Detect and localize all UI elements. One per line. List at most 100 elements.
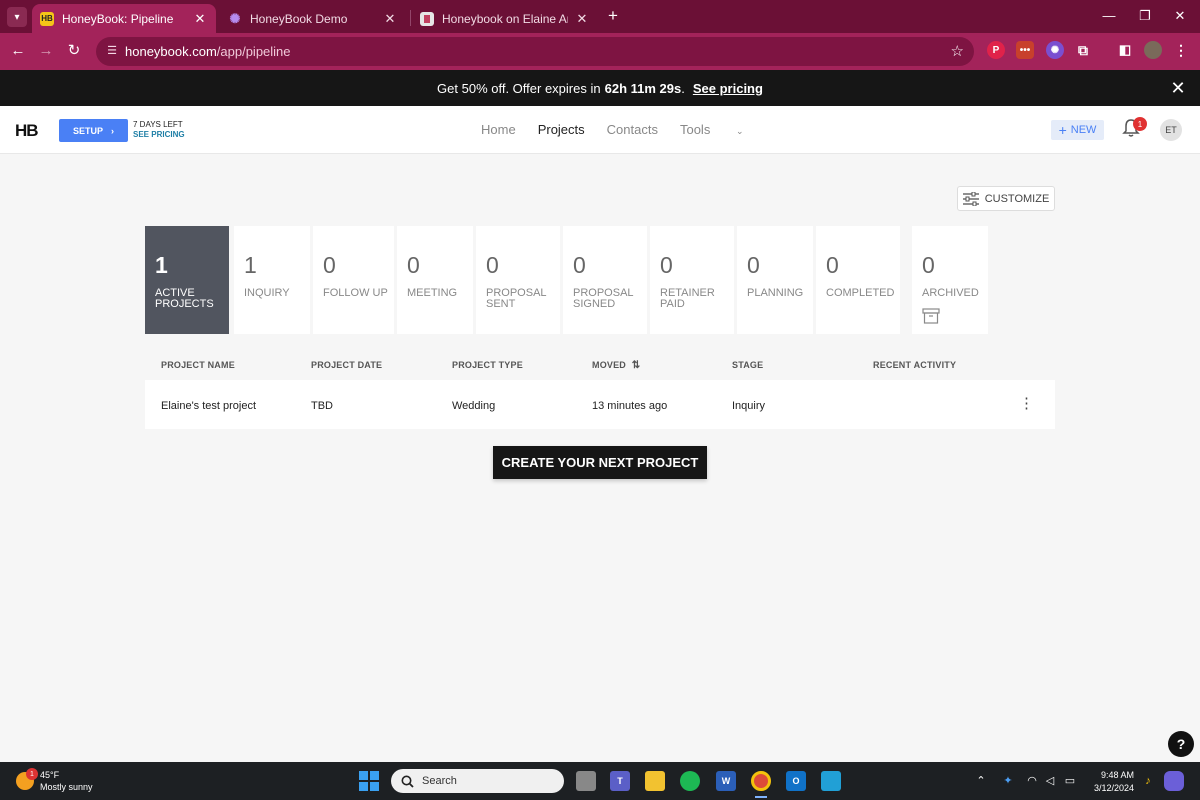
column-header-stage[interactable]: STAGE (732, 360, 763, 370)
column-header-project-date[interactable]: PROJECT DATE (311, 360, 382, 370)
wifi-icon[interactable]: ◠ (1025, 774, 1039, 788)
taskbar-search-box[interactable]: Search (391, 769, 564, 793)
lastpass-extension-icon[interactable]: ••• (1016, 41, 1034, 59)
stage-follow-up[interactable]: 0 FOLLOW UP (313, 226, 394, 334)
customize-label: CUSTOMIZE (984, 192, 1050, 205)
promo-text: Get 50% off. Offer expires in (437, 80, 601, 96)
volume-icon[interactable]: ◁ (1043, 774, 1057, 788)
stage-label: COMPLETED (826, 287, 895, 299)
stage-label: MEETING (407, 287, 458, 299)
teams-icon[interactable]: T (610, 771, 630, 791)
stage-planning[interactable]: 0 PLANNING (737, 226, 813, 334)
see-pricing-link[interactable]: See pricing (693, 81, 763, 96)
customize-button[interactable]: CUSTOMIZE (957, 186, 1055, 211)
column-header-recent-activity[interactable]: RECENT ACTIVITY (873, 360, 956, 370)
more-options-icon[interactable]: ⋮ (1019, 393, 1034, 415)
profile-avatar-icon[interactable] (1144, 41, 1162, 59)
nav-tools[interactable]: Tools ⌄ (680, 122, 766, 137)
promo-suffix: . (681, 80, 685, 96)
active-app-indicator (755, 796, 767, 798)
dropbox-icon[interactable]: ✦ (1001, 774, 1015, 788)
browser-menu-icon[interactable]: ⋮ (1172, 41, 1190, 59)
stage-active-projects[interactable]: 1 ACTIVE PROJECTS (145, 226, 229, 334)
stage-label: INQUIRY (244, 287, 290, 299)
tab-honeybook-pipeline[interactable]: HB HoneyBook: Pipeline ✕ (32, 4, 216, 33)
trial-see-pricing-link[interactable]: SEE PRICING (133, 130, 185, 140)
word-icon[interactable]: W (716, 771, 736, 791)
windows-start-icon[interactable] (359, 771, 379, 791)
search-label: Search (422, 775, 457, 787)
new-label: NEW (1070, 124, 1097, 136)
restore-icon[interactable]: ❐ (1130, 6, 1160, 26)
moved-cell: 13 minutes ago (592, 400, 668, 412)
nav-tools-label: Tools (679, 122, 711, 137)
minimize-icon[interactable]: — (1094, 6, 1124, 26)
stage-proposal-sent[interactable]: 0 PROPOSAL SENT (476, 226, 560, 334)
task-view-icon[interactable] (576, 771, 596, 791)
close-tab-icon[interactable]: ✕ (192, 11, 208, 27)
user-avatar[interactable]: ET (1160, 119, 1182, 141)
honeybook-logo[interactable]: HB (15, 121, 39, 141)
trial-days-left: 7 DAYS LEFT (133, 120, 183, 129)
stage-retainer-paid[interactable]: 0 RETAINER PAID (650, 226, 734, 334)
extension-badge-icon[interactable]: ✺ (1046, 41, 1064, 59)
create-next-project-button[interactable]: CREATE YOUR NEXT PROJECT (493, 446, 707, 479)
close-window-icon[interactable]: ✕ (1165, 6, 1195, 26)
stage-proposal-signed[interactable]: 0 PROPOSAL SIGNED (563, 226, 647, 334)
column-header-project-type[interactable]: PROJECT TYPE (452, 360, 523, 370)
copilot-icon[interactable] (1164, 771, 1184, 791)
tab-honeybook-elaine[interactable]: Honeybook on Elaine And Fran ✕ (412, 4, 598, 33)
help-button[interactable]: ? (1168, 731, 1194, 757)
setup-button[interactable]: SETUP › (59, 119, 128, 142)
side-panel-icon[interactable]: ◧ (1116, 41, 1134, 59)
close-banner-icon[interactable]: ✕ (1168, 78, 1188, 98)
outlook-icon[interactable]: O (786, 771, 806, 791)
weather-temp: 45°F (40, 770, 60, 780)
file-explorer-icon[interactable] (645, 771, 665, 791)
stage-label: ACTIVE PROJECTS (155, 287, 214, 310)
nav-contacts[interactable]: Contacts (607, 122, 658, 137)
new-button[interactable]: + NEW (1051, 120, 1104, 140)
reload-icon[interactable]: ↻ (64, 41, 84, 61)
stage-count: 0 (407, 252, 420, 278)
column-header-moved[interactable]: MOVED ⇅ (592, 360, 640, 371)
show-hidden-icons-chevron-icon[interactable]: ⌃ (974, 774, 988, 788)
weather-widget[interactable]: 45°F Mostly sunny (40, 769, 93, 793)
pinterest-extension-icon[interactable]: P (987, 41, 1005, 59)
setup-label: SETUP (72, 125, 103, 136)
bookmark-star-icon[interactable]: ☆ (951, 42, 964, 60)
stage-label: PLANNING (747, 287, 804, 299)
news-app-icon[interactable] (821, 771, 841, 791)
stage-completed[interactable]: 0 COMPLETED (816, 226, 900, 334)
chrome-icon[interactable] (751, 771, 771, 791)
stage-meeting[interactable]: 0 MEETING (397, 226, 473, 334)
system-clock[interactable]: 9:48 AM 3/12/2024 (1086, 769, 1134, 795)
close-tab-icon[interactable]: ✕ (574, 11, 590, 27)
url-text: honeybook.com/app/pipeline (125, 44, 291, 59)
extensions-puzzle-icon[interactable]: ⧉ (1074, 41, 1092, 59)
stage-archived[interactable]: 0 ARCHIVED (912, 226, 988, 334)
stage-inquiry[interactable]: 1 INQUIRY (234, 226, 310, 334)
stage-label: PROPOSAL SENT (486, 287, 547, 310)
close-tab-icon[interactable]: ✕ (382, 11, 398, 27)
notification-bell-icon[interactable]: ♪ (1141, 774, 1155, 788)
new-tab-button[interactable]: + (604, 7, 622, 25)
forward-icon[interactable]: → (36, 41, 56, 61)
spotify-icon[interactable] (680, 771, 700, 791)
project-name-cell[interactable]: Elaine's test project (161, 400, 256, 412)
column-header-project-name[interactable]: PROJECT NAME (161, 360, 235, 370)
battery-icon[interactable]: ▭ (1063, 774, 1077, 788)
app-header: HB SETUP › 7 DAYS LEFT SEE PRICING Home … (0, 106, 1200, 154)
project-type-cell: Wedding (452, 400, 496, 412)
back-icon[interactable]: ← (8, 41, 28, 61)
promo-banner: Get 50% off. Offer expires in 62h 11m 29… (0, 70, 1200, 106)
stage-label: PROPOSAL SIGNED (573, 287, 634, 310)
address-bar[interactable]: ☰ honeybook.com/app/pipeline ☆ (96, 37, 974, 66)
stage-count: 0 (747, 252, 760, 278)
tab-search-button[interactable]: ▾ (7, 7, 27, 27)
nav-home[interactable]: Home (481, 122, 516, 137)
table-row[interactable]: Elaine's test project TBD Wedding 13 min… (145, 380, 1055, 429)
tab-honeybook-demo[interactable]: ✺ HoneyBook Demo ✕ (220, 4, 406, 33)
nav-projects[interactable]: Projects (538, 122, 585, 137)
site-info-icon[interactable]: ☰ (104, 43, 120, 59)
